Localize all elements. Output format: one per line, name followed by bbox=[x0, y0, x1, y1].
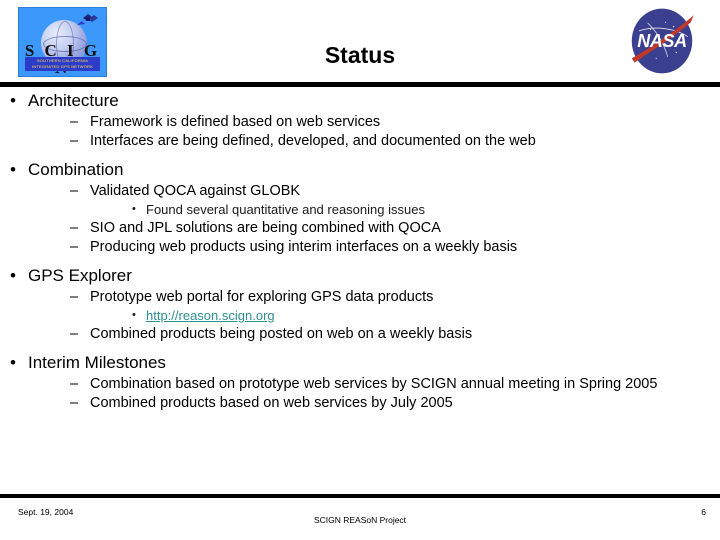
bullet-list-level3: • http://reason.scign.org bbox=[116, 308, 720, 324]
sub-list-item: • Found several quantitative and reasoni… bbox=[116, 202, 720, 218]
section-architecture: • Architecture – Framework is defined ba… bbox=[0, 90, 720, 150]
scign-logo: S C I G N SOUTHERN CALIFORNIA INTEGRATED… bbox=[18, 7, 107, 77]
dash-marker: – bbox=[70, 220, 79, 236]
section-combination: • Combination – Validated QOCA against G… bbox=[0, 159, 720, 256]
section-heading: GPS Explorer bbox=[28, 266, 132, 285]
slide-header: S C I G N SOUTHERN CALIFORNIA INTEGRATED… bbox=[0, 0, 720, 82]
dash-marker: – bbox=[70, 326, 79, 342]
sub-list-item: • http://reason.scign.org bbox=[116, 308, 720, 324]
dash-marker: – bbox=[70, 289, 79, 305]
list-item: – SIO and JPL solutions are being combin… bbox=[56, 220, 720, 237]
list-item: – Combined products based on web service… bbox=[56, 395, 720, 412]
footer-divider bbox=[0, 494, 720, 498]
list-item-text: Combined products being posted on web on… bbox=[90, 326, 473, 342]
bullet-list-level2: – Combination based on prototype web ser… bbox=[56, 376, 720, 412]
list-item-text: Combination based on prototype web servi… bbox=[90, 376, 658, 392]
section-heading: Architecture bbox=[28, 91, 119, 110]
list-item-text: Prototype web portal for exploring GPS d… bbox=[90, 289, 434, 305]
slide-content: • Architecture – Framework is defined ba… bbox=[0, 90, 720, 490]
sub-list-item-text: Found several quantitative and reasoning… bbox=[146, 202, 425, 217]
list-item-text: Interfaces are being defined, developed,… bbox=[90, 133, 536, 149]
list-item: – Validated QOCA against GLOBK • Found s… bbox=[56, 183, 720, 218]
section-heading: Combination bbox=[28, 160, 124, 179]
list-item: – Producing web products using interim i… bbox=[56, 239, 720, 256]
list-item-text: Combined products based on web services … bbox=[90, 395, 453, 411]
footer-project: SCIGN REASoN Project bbox=[313, 515, 407, 525]
dash-marker: – bbox=[70, 183, 79, 199]
list-item: – Framework is defined based on web serv… bbox=[56, 114, 720, 131]
bullet-list-level2: – Prototype web portal for exploring GPS… bbox=[56, 289, 720, 343]
list-item: – Interfaces are being defined, develope… bbox=[56, 133, 720, 150]
list-item: – Combined products being posted on web … bbox=[56, 326, 720, 343]
section-heading: Interim Milestones bbox=[28, 353, 166, 372]
bullet-marker: • bbox=[10, 91, 16, 110]
bullet-marker: • bbox=[132, 309, 136, 321]
bullet-list-level2: – Validated QOCA against GLOBK • Found s… bbox=[56, 183, 720, 256]
dash-marker: – bbox=[70, 114, 79, 130]
reason-scign-link[interactable]: http://reason.scign.org bbox=[146, 308, 275, 323]
list-item: – Combination based on prototype web ser… bbox=[56, 376, 720, 393]
section-interim-milestones: • Interim Milestones – Combination based… bbox=[0, 352, 720, 412]
list-item-text: Producing web products using interim int… bbox=[90, 239, 518, 255]
satellite-icon bbox=[77, 14, 98, 25]
footer-page-number: 6 bbox=[701, 507, 706, 517]
bullet-marker: • bbox=[10, 266, 16, 285]
scign-tagline: SOUTHERN CALIFORNIA INTEGRATED GPS NETWO… bbox=[25, 57, 100, 71]
svg-text:NASA: NASA bbox=[637, 31, 687, 51]
dash-marker: – bbox=[70, 133, 79, 149]
bullet-marker: • bbox=[132, 203, 136, 215]
bullet-list-level1: • Architecture – Framework is defined ba… bbox=[0, 90, 720, 412]
list-item-text: SIO and JPL solutions are being combined… bbox=[90, 220, 441, 236]
list-item-text: Validated QOCA against GLOBK bbox=[90, 183, 301, 199]
slide-footer: Sept. 19, 2004 SCIGN REASoN Project 6 bbox=[0, 505, 720, 535]
bullet-marker: • bbox=[10, 160, 16, 179]
dash-marker: – bbox=[70, 395, 79, 411]
header-divider bbox=[0, 82, 720, 87]
page-title: Status bbox=[324, 42, 396, 68]
bullet-list-level2: – Framework is defined based on web serv… bbox=[56, 114, 720, 150]
dash-marker: – bbox=[70, 376, 79, 392]
bullet-list-level3: • Found several quantitative and reasoni… bbox=[116, 202, 720, 218]
section-gps-explorer: • GPS Explorer – Prototype web portal fo… bbox=[0, 265, 720, 343]
bullet-marker: • bbox=[10, 353, 16, 372]
list-item: – Prototype web portal for exploring GPS… bbox=[56, 289, 720, 324]
nasa-logo: NASA bbox=[631, 8, 694, 74]
dash-marker: – bbox=[70, 239, 79, 255]
list-item-text: Framework is defined based on web servic… bbox=[90, 114, 381, 130]
